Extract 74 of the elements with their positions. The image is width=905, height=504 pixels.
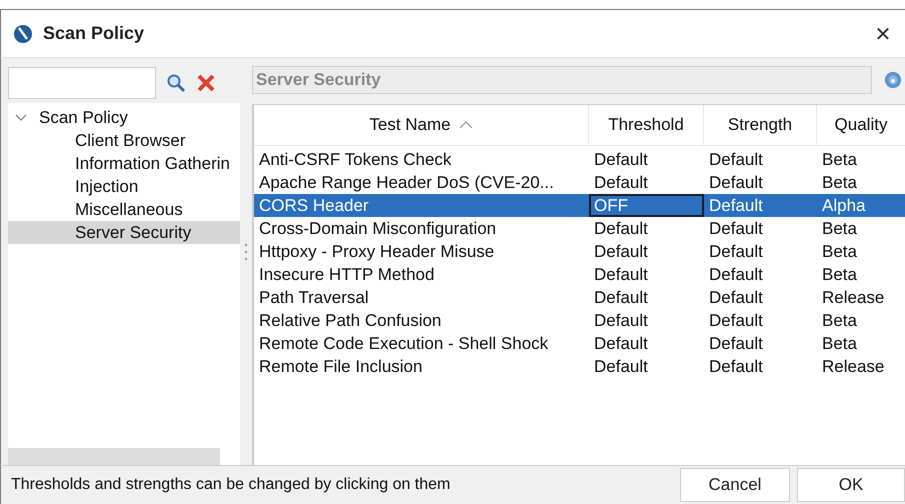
column-header[interactable]: Quality [817,105,905,145]
table-cell-text: Beta [821,241,858,263]
chevron-icon[interactable] [15,114,27,122]
search-field[interactable] [8,66,156,98]
table-cell[interactable]: Default [589,217,704,240]
close-button[interactable]: ✕ [861,14,905,54]
table-cell-text: Beta [821,264,858,286]
table-cell[interactable]: Default [704,240,817,263]
tree-item[interactable]: Scan Policy [39,108,128,128]
column-header[interactable]: Test Name [254,105,589,145]
column-header[interactable]: Strength [704,105,817,145]
table-cell[interactable]: Default [704,263,817,286]
table-cell[interactable]: Default [589,355,704,378]
table-cell-text: Cross-Domain Misconfiguration [258,218,498,240]
table-cell[interactable]: Default [589,240,704,263]
table-cell-text: Beta [821,333,858,355]
table-row[interactable]: CORS Header OFF Default Alpha [254,194,905,217]
table-cell-text: Relative Path Confusion [258,310,442,332]
category-field: Server Security [252,66,872,94]
tree-item[interactable]: Server Security [8,221,240,244]
scrollbar-thumb[interactable] [8,448,220,465]
table-cell[interactable]: Default [589,148,704,171]
table-cell[interactable]: Default [589,309,704,332]
tree-item[interactable]: Client Browser [8,129,240,152]
table-cell[interactable]: Default [704,286,817,309]
table-row[interactable]: Cross-Domain Misconfiguration Default Default Beta [254,217,905,240]
table-cell[interactable]: Default [704,148,817,171]
table-row[interactable]: Relative Path Confusion Default Default Beta [254,309,905,332]
table-row[interactable]: Path Traversal Default Default Release [254,286,905,309]
table-cell-text: Beta [821,172,858,194]
table-cell-text: Beta [821,310,858,332]
table-row[interactable]: Anti-CSRF Tokens Check Default Default Beta [254,148,905,171]
table-cell[interactable]: Default [589,263,704,286]
search-icon[interactable] [166,72,186,92]
table-cell-text: Release [821,356,886,378]
tree-item[interactable]: Injection [8,175,240,198]
table-cell[interactable]: Default [589,286,704,309]
table-cell[interactable]: Default [589,171,704,194]
table-row[interactable]: Remote File Inclusion Default Default Release [254,355,905,378]
table-cell[interactable]: Default [704,332,817,355]
tree-item[interactable]: Miscellaneous [8,198,240,221]
table-cell-text: Httpoxy - Proxy Header Misuse [258,241,496,263]
table-cell[interactable]: Default [704,217,817,240]
table-cell-text: Apache Range Header DoS (CVE-20... [258,172,555,194]
table-row[interactable]: Apache Range Header DoS (CVE-20... Default Default Beta [254,171,905,194]
table-cell-text: Insecure HTTP Method [258,264,436,286]
table-cell-text: Beta [821,149,858,171]
table-row[interactable]: Remote Code Execution - Shell Shock Default Default Beta [254,332,905,355]
table-cell-text: Release [821,287,886,309]
table-cell-text: Alpha [821,195,866,217]
table-cell-text: Anti-CSRF Tokens Check [258,149,452,171]
table-cell[interactable]: OFF [589,194,704,217]
table-row[interactable]: Httpoxy - Proxy Header Misuse Default Default Beta [254,240,905,263]
table-row[interactable]: Insecure HTTP Method Default Default Beta [254,263,905,286]
table-cell[interactable]: Default [589,332,704,355]
help-icon[interactable] [884,71,902,89]
table-cell[interactable]: Default [704,171,817,194]
table-cell[interactable]: Default [704,355,817,378]
table-cell-text: Remote File Inclusion [258,356,424,378]
column-header[interactable]: Threshold [589,105,704,145]
table-cell-text: Remote Code Execution - Shell Shock [258,333,550,355]
status-text: Thresholds and strengths can be changed by clicking on them [10,476,452,494]
window-title: Scan Policy [43,23,144,44]
table-cell[interactable]: Default [704,309,817,332]
splitter-handle-icon[interactable] [244,242,248,262]
tree-item[interactable]: Information Gatherin [8,152,240,175]
table-cell-text: Beta [821,218,858,240]
clear-icon[interactable] [196,72,216,92]
table-cell-text: Path Traversal [258,287,370,309]
app-logo-icon [13,24,33,44]
cancel-button[interactable]: Cancel [680,468,790,502]
ok-button[interactable]: OK [797,468,905,502]
table-cell[interactable]: Default [704,194,817,217]
table-cell-text: CORS Header [258,195,370,217]
